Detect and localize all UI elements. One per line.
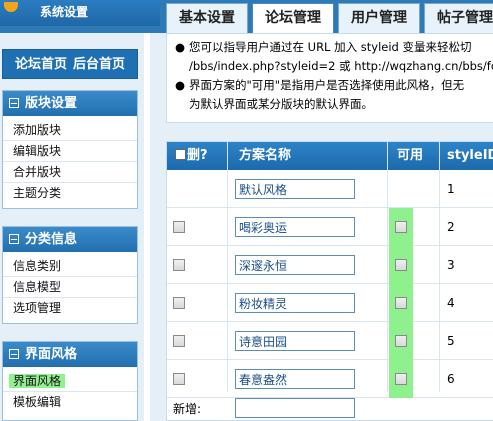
style-name-input[interactable] (235, 369, 355, 389)
table-row: 3 (167, 246, 493, 284)
style-name-input[interactable] (235, 331, 355, 351)
main-content: ● 您可以指导用户通过在 URL 加入 styleid 变量来轻松切 /bbs/i… (150, 33, 493, 421)
style-name-input[interactable] (235, 293, 355, 313)
collapse-icon[interactable] (9, 349, 19, 359)
style-id: 1 (447, 182, 455, 196)
sidebar-item-template-edit[interactable]: 模板编辑 (3, 392, 137, 413)
panel-category-info: 分类信息 信息类别 信息模型 选项管理 (2, 226, 138, 324)
header-style-id: styleID (447, 148, 493, 163)
style-table: 删? 方案名称 可用 styleID 1 2 3 4 5 6 新增: (166, 141, 493, 421)
sidebar-item-interface-style[interactable]: 界面风格 (3, 371, 137, 392)
style-id: 3 (447, 258, 455, 272)
sidebar-item-info-model[interactable]: 信息模型 (3, 277, 137, 298)
logo-title: 系统设置 (40, 5, 89, 19)
table-header: 删? 方案名称 可用 styleID (167, 142, 493, 170)
tab-basic-settings[interactable]: 基本设置 (166, 3, 248, 33)
panel-header[interactable]: 界面风格 (3, 342, 137, 367)
tab-post-management[interactable]: 帖子管理 (424, 3, 493, 33)
new-style-row: 新增: (167, 392, 493, 420)
style-name-input[interactable] (235, 255, 355, 275)
delete-checkbox[interactable] (173, 259, 185, 271)
header-delete: 删? (175, 142, 208, 170)
note-text: 界面方案的"可用"是指用户是否选择使用此风格，但无 (189, 78, 465, 92)
notes-box: ● 您可以指导用户通过在 URL 加入 styleid 变量来轻松切 /bbs/i… (166, 33, 493, 123)
sidebar-item-info-type[interactable]: 信息类别 (3, 256, 137, 277)
panel-header[interactable]: 版块设置 (3, 91, 137, 116)
available-checkbox[interactable] (395, 373, 407, 385)
sidebar: 论坛首页 后台首页 版块设置 添加版块 编辑版块 合并版块 主题分类 分类信息 信… (0, 33, 144, 421)
top-bar: 系统设置 基本设置 论坛管理 用户管理 帖子管理 (0, 0, 493, 34)
panel-title: 版块设置 (25, 96, 78, 111)
sidebar-home-links: 论坛首页 后台首页 (2, 49, 138, 79)
note-text: /bbs/index.php?styleid=2 或 http://wqzhan… (189, 59, 493, 73)
panel-title: 界面风格 (25, 347, 78, 362)
header-name: 方案名称 (239, 148, 292, 163)
note-text: 为默认界面或某分版块的默认界面。 (189, 97, 373, 111)
panel-header[interactable]: 分类信息 (3, 227, 137, 252)
panel-interface-style: 界面风格 界面风格 模板编辑 (2, 341, 138, 421)
table-row: 2 (167, 208, 493, 246)
new-label: 新增: (173, 402, 202, 416)
table-row: 5 (167, 322, 493, 360)
delete-checkbox[interactable] (173, 221, 185, 233)
collapse-icon[interactable] (9, 98, 19, 108)
delete-checkbox[interactable] (173, 373, 185, 385)
available-checkbox[interactable] (395, 335, 407, 347)
header-available: 可用 (397, 148, 424, 163)
admin-home-link[interactable]: 后台首页 (73, 57, 125, 72)
sidebar-item-merge-board[interactable]: 合并版块 (3, 162, 137, 183)
style-name-input[interactable] (235, 217, 355, 237)
bullet-icon: ● (175, 40, 186, 54)
select-all-checkbox[interactable] (175, 149, 186, 160)
table-row: 1 (167, 170, 493, 208)
sidebar-item-option-management[interactable]: 选项管理 (3, 298, 137, 319)
style-id: 2 (447, 220, 455, 234)
style-name-input[interactable] (235, 179, 355, 199)
delete-checkbox[interactable] (173, 297, 185, 309)
sidebar-item-add-board[interactable]: 添加版块 (3, 120, 137, 141)
available-checkbox[interactable] (395, 297, 407, 309)
sidebar-item-edit-board[interactable]: 编辑版块 (3, 141, 137, 162)
logo: 系统设置 (0, 0, 160, 26)
sidebar-item-topic-category[interactable]: 主题分类 (3, 183, 137, 204)
panel-title: 分类信息 (25, 232, 78, 247)
style-id: 5 (447, 334, 455, 348)
forum-home-link[interactable]: 论坛首页 (15, 57, 67, 72)
new-style-input[interactable] (235, 398, 355, 418)
note-text: 您可以指导用户通过在 URL 加入 styleid 变量来轻松切 (189, 40, 472, 54)
table-row: 4 (167, 284, 493, 322)
style-id: 4 (447, 296, 455, 310)
style-id: 6 (447, 372, 455, 386)
tab-user-management[interactable]: 用户管理 (338, 3, 420, 33)
header-delete-label: 删? (187, 148, 208, 163)
available-checkbox[interactable] (395, 259, 407, 271)
bullet-icon: ● (175, 78, 186, 92)
panel-board-settings: 版块设置 添加版块 编辑版块 合并版块 主题分类 (2, 90, 138, 209)
available-checkbox[interactable] (395, 221, 407, 233)
tab-forum-management[interactable]: 论坛管理 (252, 3, 334, 34)
logo-icon (4, 2, 18, 12)
selected-item-label: 界面风格 (9, 374, 66, 388)
collapse-icon[interactable] (9, 234, 19, 244)
delete-checkbox[interactable] (173, 335, 185, 347)
